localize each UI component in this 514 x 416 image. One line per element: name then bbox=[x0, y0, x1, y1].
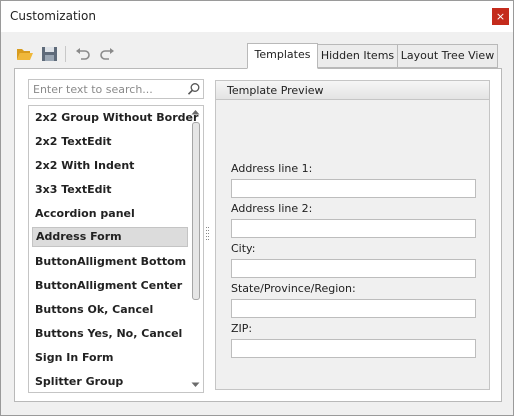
splitter-grip-icon[interactable] bbox=[206, 227, 209, 241]
save-icon[interactable] bbox=[41, 46, 59, 62]
address-line-1-input[interactable] bbox=[231, 179, 476, 198]
scrollbar-thumb[interactable] bbox=[192, 122, 200, 300]
preview-header: Template Preview bbox=[216, 81, 489, 100]
scroll-up-icon[interactable] bbox=[191, 109, 200, 115]
list-item[interactable]: 2x2 With Indent bbox=[32, 156, 186, 176]
search-icon[interactable] bbox=[187, 82, 201, 96]
field-label-address-line-1: Address line 1: bbox=[231, 162, 313, 175]
tab-label: Templates bbox=[254, 48, 311, 61]
field-label-state: State/Province/Region: bbox=[231, 282, 356, 295]
tab-label: Layout Tree View bbox=[400, 49, 495, 62]
list-item[interactable]: Accordion panel bbox=[32, 204, 186, 224]
tab-label: Hidden Items bbox=[320, 49, 395, 62]
list-item-selected[interactable]: Address Form bbox=[32, 227, 188, 247]
preview-title: Template Preview bbox=[227, 84, 324, 97]
list-item[interactable]: 3x3 TextEdit bbox=[32, 180, 186, 200]
template-preview: Template Preview Address line 1: Address… bbox=[215, 80, 490, 390]
open-folder-icon[interactable] bbox=[16, 46, 34, 62]
undo-icon[interactable] bbox=[74, 46, 92, 62]
list-item[interactable]: 2x2 TextEdit bbox=[32, 132, 186, 152]
field-label-zip: ZIP: bbox=[231, 322, 253, 335]
list-item[interactable]: ButtonAlligment Bottom bbox=[32, 252, 186, 272]
address-line-2-input[interactable] bbox=[231, 219, 476, 238]
tab-hidden-items[interactable]: Hidden Items bbox=[317, 44, 398, 68]
title-bar: Customization × bbox=[1, 1, 513, 32]
redo-icon[interactable] bbox=[98, 46, 116, 62]
list-item[interactable]: Sign In Form bbox=[32, 348, 186, 368]
search-placeholder: Enter text to search... bbox=[33, 83, 153, 96]
zip-input[interactable] bbox=[231, 339, 476, 358]
list-item[interactable]: ButtonAlligment Center bbox=[32, 276, 186, 296]
field-label-city: City: bbox=[231, 242, 256, 255]
customization-window: Customization × Templates Hidden Items L… bbox=[0, 0, 514, 416]
field-label-address-line-2: Address line 2: bbox=[231, 202, 313, 215]
toolbar-separator bbox=[65, 46, 66, 62]
tab-layout-tree-view[interactable]: Layout Tree View bbox=[397, 44, 498, 68]
tab-templates[interactable]: Templates bbox=[247, 43, 318, 69]
list-item[interactable]: Buttons Ok, Cancel bbox=[32, 300, 186, 320]
list-item[interactable]: 2x2 Group Without Border bbox=[32, 108, 198, 128]
state-input[interactable] bbox=[231, 299, 476, 318]
tab-content-panel: Enter text to search... 2x2 Group Withou… bbox=[14, 68, 502, 402]
close-button[interactable]: × bbox=[492, 8, 509, 25]
list-scrollbar[interactable] bbox=[189, 106, 202, 392]
list-item[interactable]: Splitter Group bbox=[32, 372, 186, 392]
scroll-down-icon[interactable] bbox=[191, 382, 200, 388]
template-list: 2x2 Group Without Border 2x2 TextEdit 2x… bbox=[28, 105, 204, 393]
close-icon: × bbox=[495, 10, 506, 23]
search-input[interactable]: Enter text to search... bbox=[28, 79, 204, 99]
city-input[interactable] bbox=[231, 259, 476, 278]
list-item[interactable]: Buttons Yes, No, Cancel bbox=[32, 324, 186, 344]
window-title: Customization bbox=[10, 9, 96, 23]
